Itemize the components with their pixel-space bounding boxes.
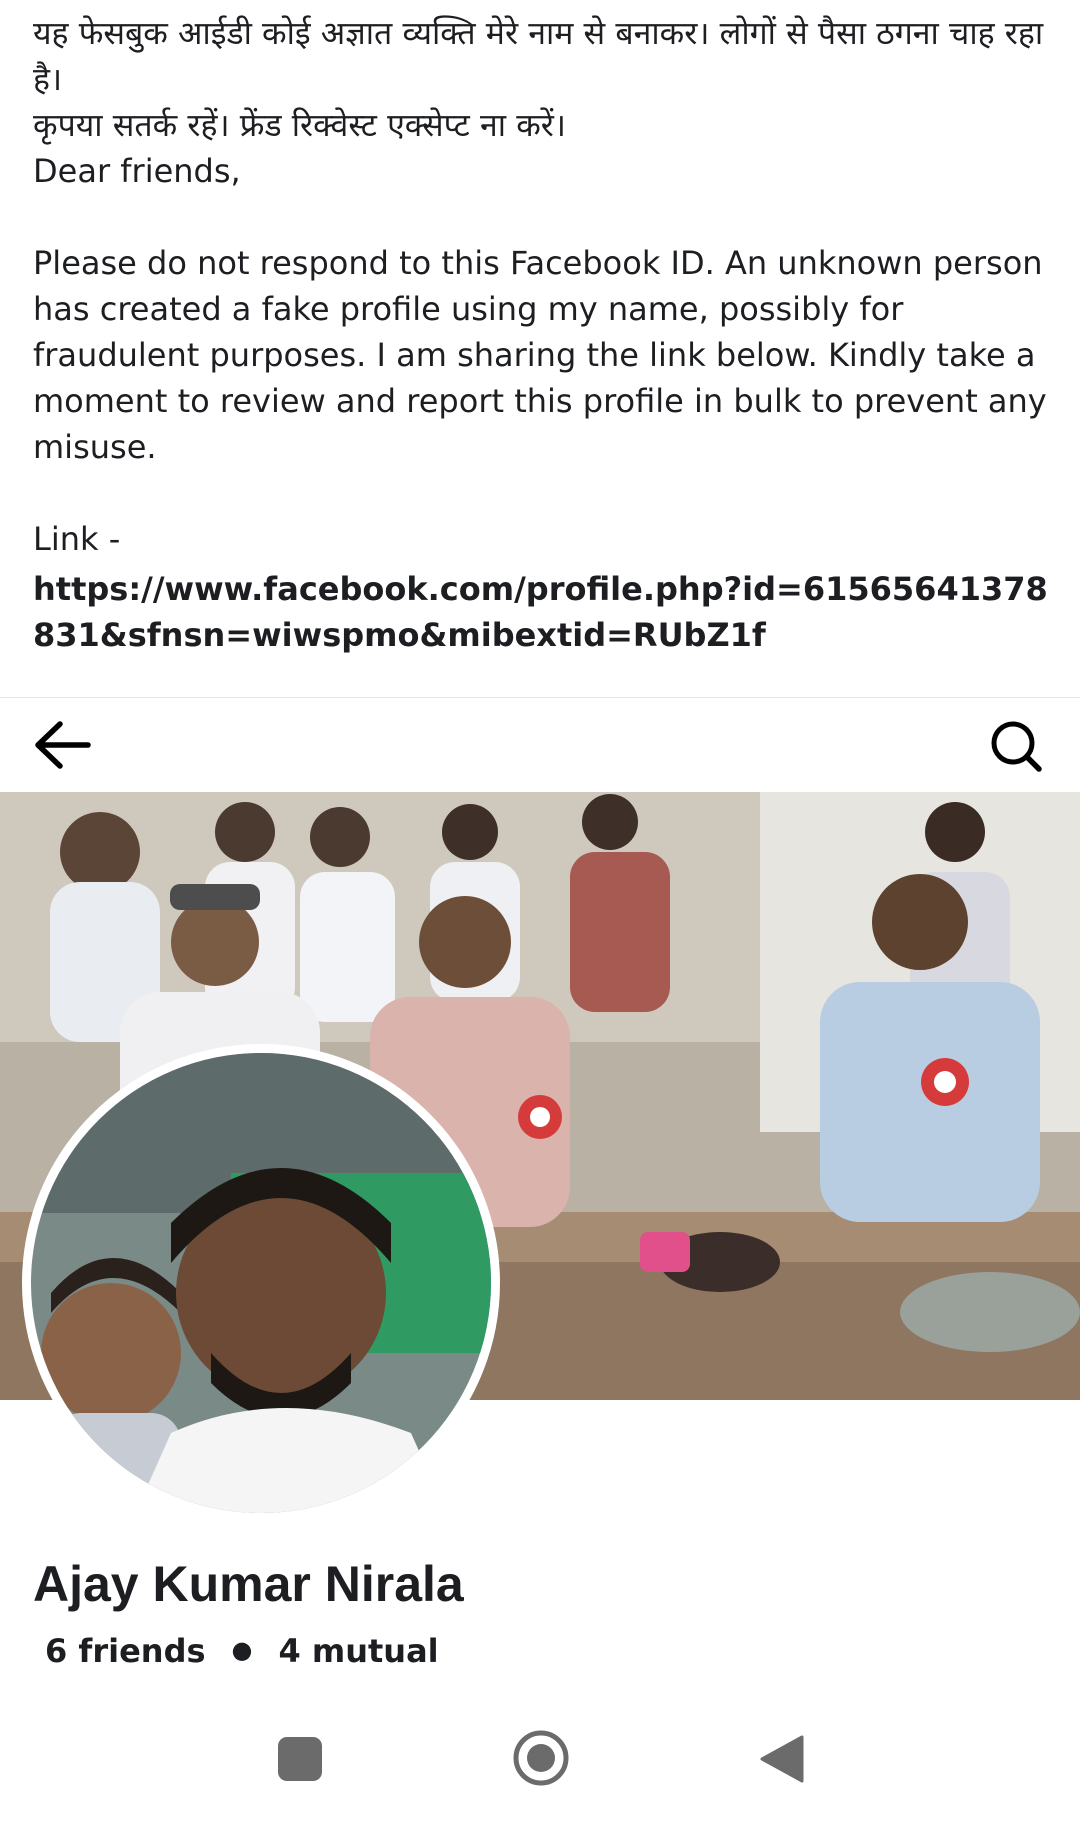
mutual-count[interactable]: 4 mutual xyxy=(278,1632,438,1670)
post-body: Please do not respond to this Facebook I… xyxy=(33,244,1047,466)
system-nav-bar xyxy=(0,1715,1080,1826)
post-text: यह फेसबुक आईडी कोई अज्ञात व्यक्ति मेरे न… xyxy=(33,10,1053,658)
back-arrow-icon[interactable] xyxy=(30,710,100,780)
friends-count[interactable]: 6 friends xyxy=(45,1632,206,1670)
profile-top-bar xyxy=(0,698,1080,790)
profile-photo[interactable] xyxy=(22,1044,500,1522)
profile-stats: 6 friends ● 4 mutual xyxy=(45,1632,439,1670)
search-icon[interactable] xyxy=(980,710,1050,780)
post-link-label: Link - xyxy=(33,520,121,558)
profile-name[interactable]: Ajay Kumar Nirala xyxy=(33,1555,464,1613)
post-hindi-line-1: यह फेसबुक आईडी कोई अज्ञात व्यक्ति मेरे न… xyxy=(33,14,1044,98)
post-hindi-line-2: कृपया सतर्क रहें। फ्रेंड रिक्वेस्ट एक्से… xyxy=(33,106,566,144)
post-greeting: Dear friends, xyxy=(33,152,241,190)
recent-apps-icon[interactable] xyxy=(278,1737,322,1781)
home-icon[interactable] xyxy=(512,1729,570,1787)
separator-dot: ● xyxy=(231,1636,253,1664)
post-link-url[interactable]: https://www.facebook.com/profile.php?id=… xyxy=(33,566,1053,658)
nav-back-icon[interactable] xyxy=(756,1733,806,1785)
